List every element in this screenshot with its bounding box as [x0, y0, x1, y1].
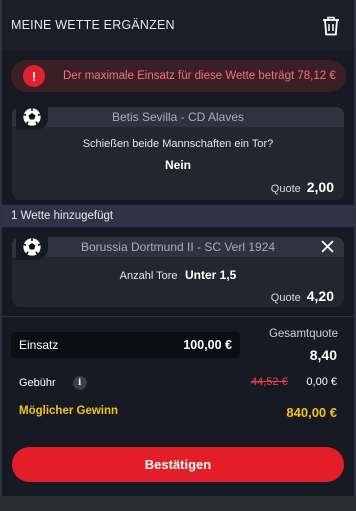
market-question: Schießen beide Mannschaften ein Tor? — [82, 138, 274, 150]
selection: Nein — [164, 158, 191, 172]
close-icon[interactable] — [321, 240, 334, 253]
soccer-ball-icon — [16, 237, 48, 260]
stake-input[interactable]: Einsatz 100,00 € — [11, 332, 240, 358]
alert-text: Der maximale Einsatz für diese Wette bet… — [63, 70, 336, 82]
bet-card-header: Borussia Dortmund II - SC Verl 1924 — [12, 237, 344, 260]
selection: Unter 1,5 — [184, 268, 237, 282]
bet-card: Borussia Dortmund II - SC Verl 1924 Anza… — [12, 237, 344, 307]
match-name: Borussia Dortmund II - SC Verl 1924 — [80, 240, 276, 254]
fee-row: Gebühr i — [19, 376, 87, 390]
soccer-ball-icon — [16, 107, 48, 130]
fee-new-value: 0,00 € — [306, 376, 337, 388]
stake-value[interactable]: 100,00 € — [183, 338, 232, 352]
added-bets-text: 1 Wette hinzugefügt — [11, 210, 114, 222]
odds-label: Quote — [270, 183, 301, 195]
odds: Quote 4,20 — [271, 288, 334, 304]
stake-label: Einsatz — [19, 338, 59, 352]
possible-win-value: 840,00 € — [286, 405, 337, 420]
match-name: Betis Sevilla - CD Alaves — [111, 110, 245, 124]
max-stake-alert: ! Der maximale Einsatz für diese Wette b… — [11, 60, 346, 92]
bet-card-header: Betis Sevilla - CD Alaves — [12, 107, 344, 130]
odds: Quote 2,00 — [271, 179, 334, 195]
market-line: Anzahl Tore Unter 1,5 — [12, 266, 344, 284]
bet-slip-panel: MEINE WETTE ERGÄNZEN ! Der maximale Eins… — [0, 0, 356, 511]
bet-card: Betis Sevilla - CD Alaves Schießen beide… — [12, 107, 344, 200]
divider — [2, 316, 354, 317]
page-title: MEINE WETTE ERGÄNZEN — [11, 18, 175, 32]
odds-value: 4,20 — [306, 288, 334, 304]
fee-old-value: 44,52 € — [251, 376, 288, 388]
total-odds-value: 8,40 — [309, 347, 337, 363]
bet-slip-header: MEINE WETTE ERGÄNZEN — [2, 0, 354, 50]
added-bets-bar: 1 Wette hinzugefügt — [2, 205, 354, 227]
possible-win-label: Möglicher Gewinn — [19, 405, 119, 417]
confirm-button[interactable]: Bestätigen — [12, 447, 344, 482]
total-odds-label: Gesamtquote — [268, 328, 338, 340]
odds-label: Quote — [270, 292, 301, 304]
footer-strip — [0, 496, 356, 511]
info-icon[interactable]: i — [72, 376, 87, 390]
alert-icon: ! — [23, 65, 45, 87]
trash-icon[interactable] — [322, 16, 340, 36]
odds-value: 2,00 — [306, 179, 334, 195]
market-question: Anzahl Tore — [119, 270, 178, 282]
fee-label: Gebühr — [19, 377, 56, 389]
